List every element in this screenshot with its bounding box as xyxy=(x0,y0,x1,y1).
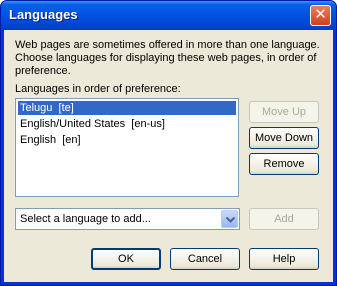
language-item-telugu[interactable]: Telugu [te] xyxy=(18,101,236,115)
languages-dialog: Languages ✕ Web pages are sometimes offe… xyxy=(0,0,337,286)
language-item-en[interactable]: English [en] xyxy=(18,133,81,147)
ok-button[interactable]: OK xyxy=(91,248,161,270)
dropdown-arrow-button[interactable] xyxy=(221,210,238,228)
dialog-title: Languages xyxy=(9,7,78,22)
add-language-select[interactable]: Select a language to add... xyxy=(15,208,240,230)
move-down-button[interactable]: Move Down xyxy=(249,127,319,149)
close-button[interactable]: ✕ xyxy=(310,5,331,26)
remove-button[interactable]: Remove xyxy=(249,153,319,175)
chevron-down-icon xyxy=(226,217,235,223)
languages-listbox[interactable]: Telugu [te] English/United States [en-us… xyxy=(15,98,239,197)
languages-list-label: Languages in order of preference: xyxy=(15,83,181,95)
description-text: Web pages are sometimes offered in more … xyxy=(15,39,320,77)
language-item-en-us[interactable]: English/United States [en-us] xyxy=(18,117,165,131)
help-button[interactable]: Help xyxy=(249,248,319,270)
title-bar[interactable]: Languages ✕ xyxy=(1,1,336,30)
cancel-button[interactable]: Cancel xyxy=(170,248,240,270)
add-button[interactable]: Add xyxy=(249,208,319,230)
dialog-body: Web pages are sometimes offered in more … xyxy=(4,30,333,282)
move-up-button[interactable]: Move Up xyxy=(249,101,319,123)
add-language-select-value: Select a language to add... xyxy=(20,213,151,225)
close-icon: ✕ xyxy=(314,6,327,23)
